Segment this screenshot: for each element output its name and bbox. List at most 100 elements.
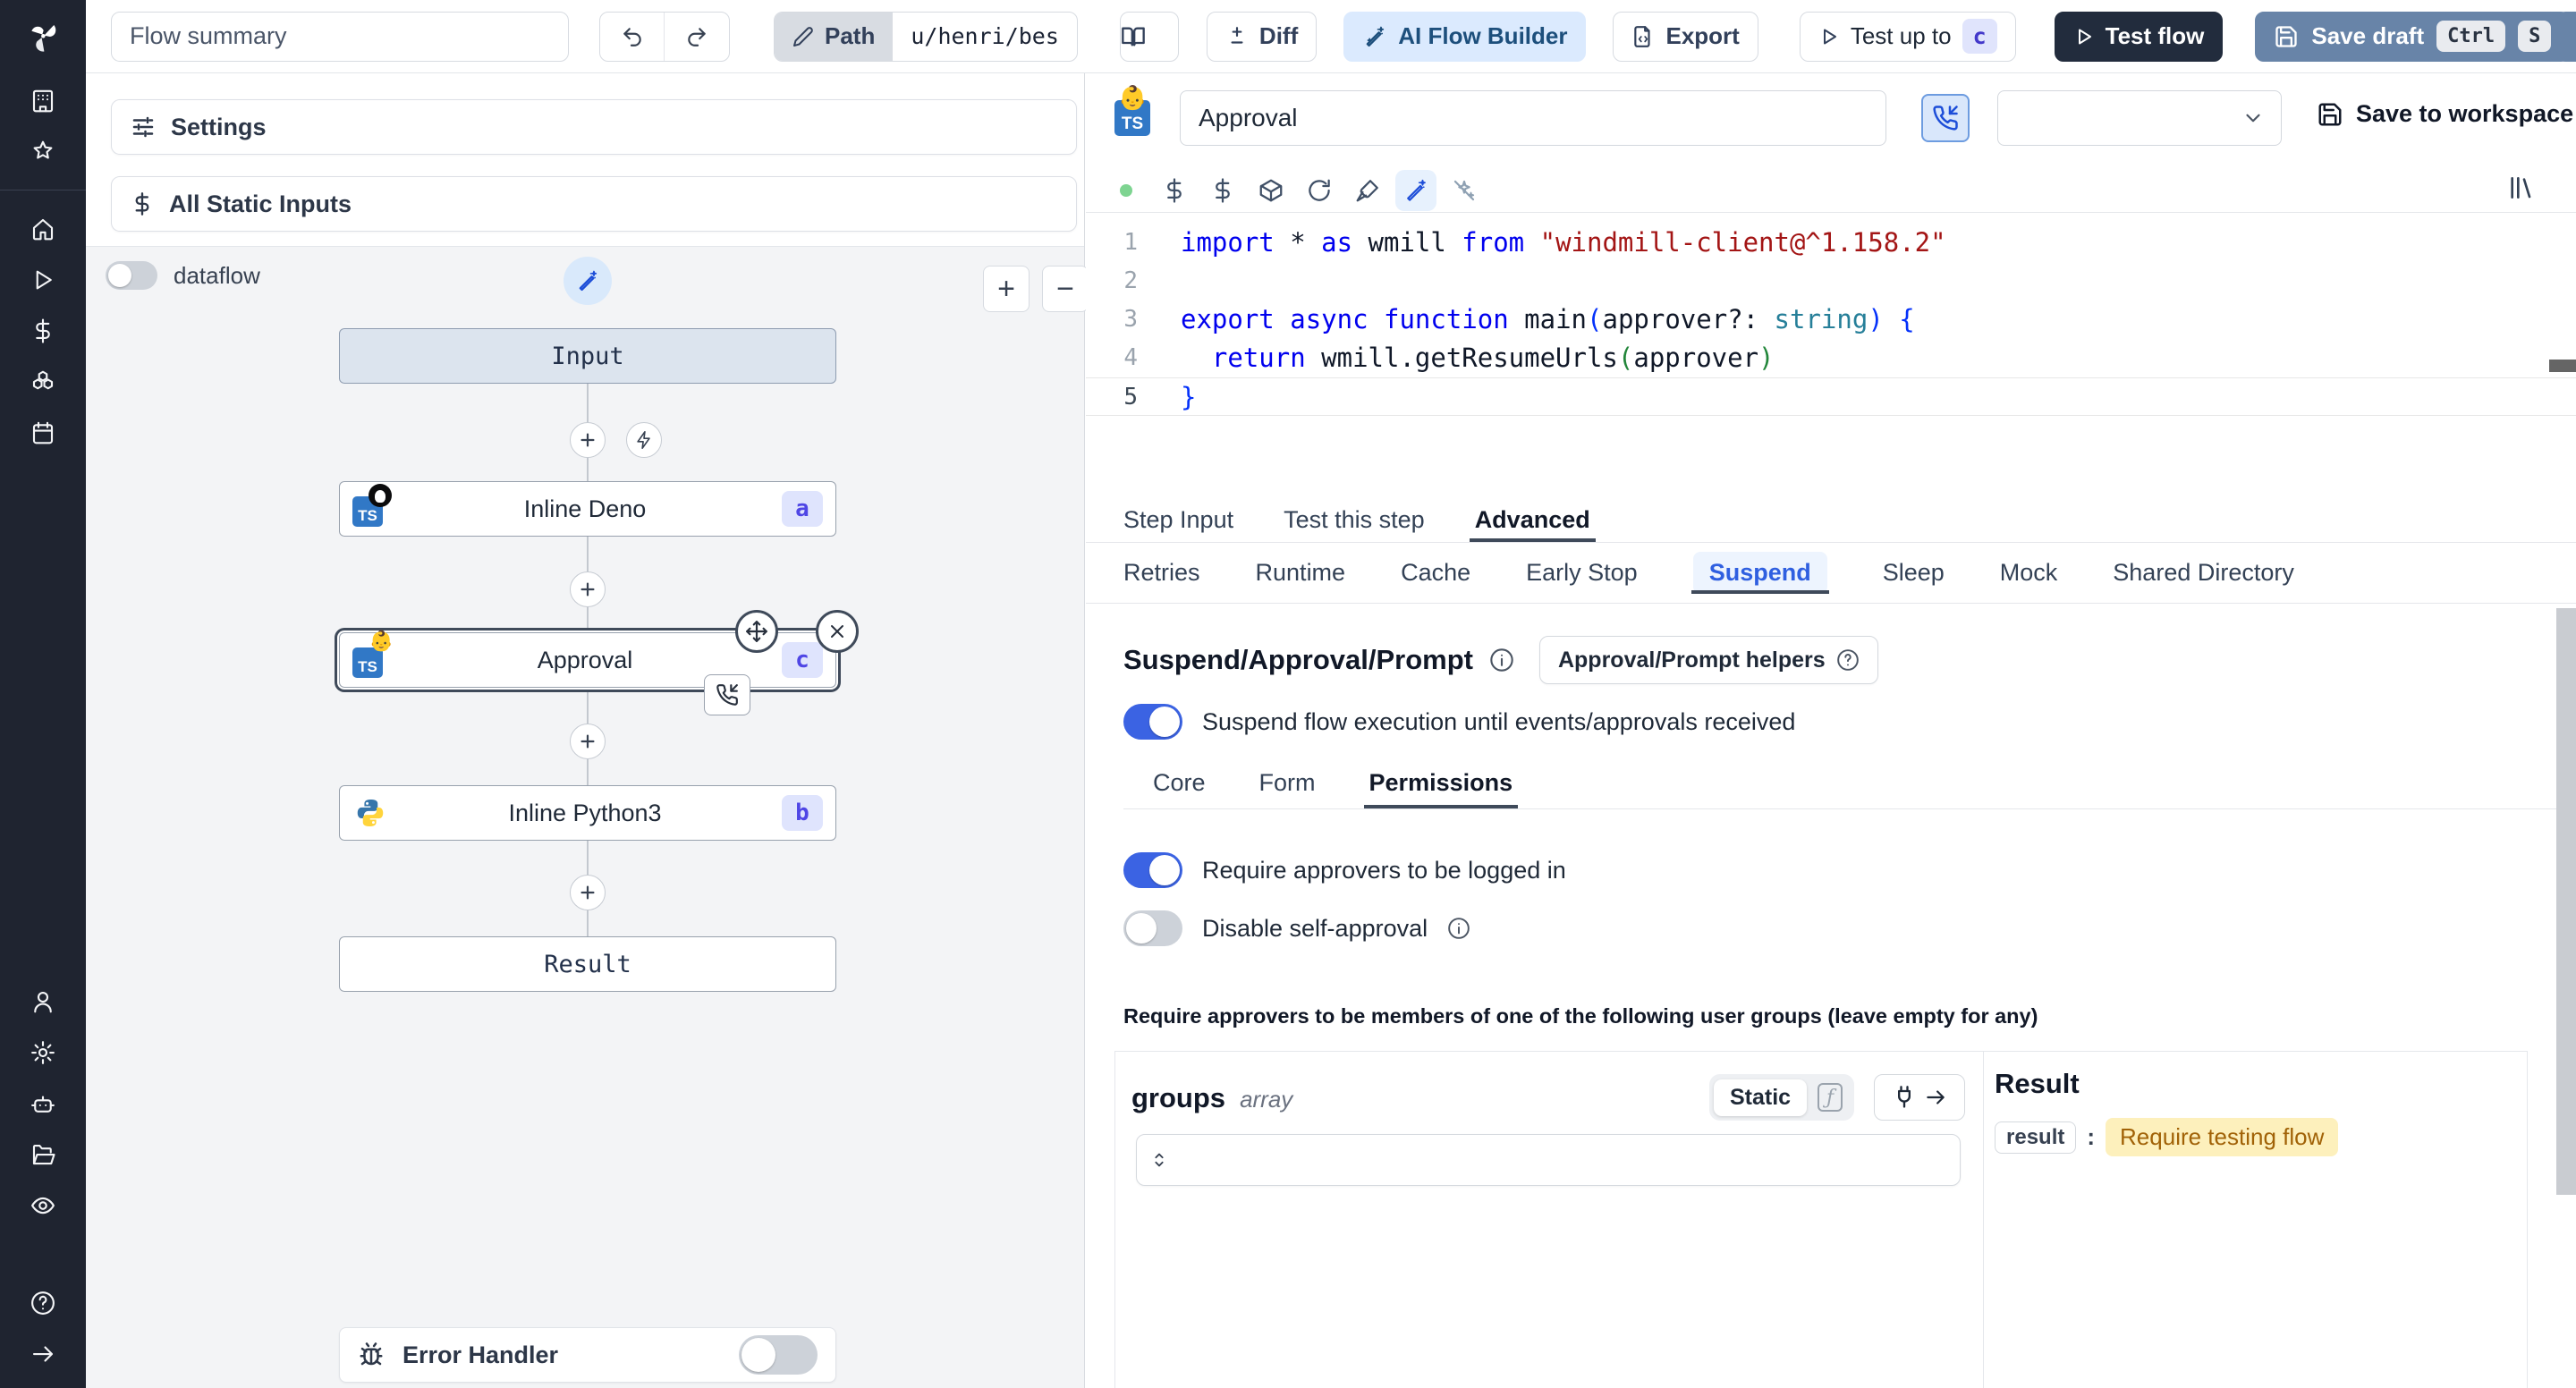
script-version-select[interactable]	[1997, 90, 2282, 146]
ai-step-wand-button[interactable]	[564, 257, 612, 305]
code-line-4[interactable]: 4 return wmill.getResumeUrls(approver)	[1086, 339, 2576, 377]
static-mode-button[interactable]: Static	[1714, 1079, 1808, 1116]
editor-toolbar-package-icon[interactable]	[1250, 170, 1292, 211]
sidebar-gear-icon[interactable]	[0, 1027, 86, 1078]
editor-toolbar-wand-icon[interactable]	[1395, 170, 1436, 211]
editor-toolbar-paintbrush-icon[interactable]	[1347, 170, 1388, 211]
flow-canvas[interactable]: dataflow + − Input TS Inline Deno a TS 👶 …	[86, 247, 1089, 1388]
sidebar-boxes-icon[interactable]	[0, 356, 86, 407]
panel-scrollbar-thumb[interactable]	[2556, 608, 2576, 1195]
editor-toolbar-sparkles-off-icon[interactable]	[1444, 170, 1485, 211]
connect-input-button[interactable]	[1874, 1074, 1965, 1121]
flow-panel-header: Settings All Static Inputs	[86, 73, 1084, 247]
tab-advanced[interactable]: Advanced	[1469, 498, 1596, 542]
add-step-button[interactable]	[570, 422, 606, 458]
add-trigger-button[interactable]	[626, 422, 662, 458]
advanced-tab-sleep[interactable]: Sleep	[1883, 559, 1945, 587]
test-up-to-button[interactable]: Test up to c	[1799, 11, 2016, 62]
info-icon[interactable]	[1489, 647, 1514, 673]
sidebar-play-icon[interactable]	[0, 254, 86, 305]
advanced-tab-mock[interactable]: Mock	[2000, 559, 2058, 587]
graph-node-input[interactable]: Input	[339, 328, 836, 384]
test-flow-button[interactable]: Test flow	[2054, 11, 2224, 62]
code-line-5[interactable]: 5}	[1086, 377, 2576, 416]
advanced-tab-suspend[interactable]: Suspend	[1690, 552, 1829, 594]
sidebar-dollar-icon[interactable]	[0, 305, 86, 356]
graph-node-inline-deno[interactable]: TS Inline Deno a	[339, 481, 836, 537]
sidebar-calendar-icon[interactable]	[0, 407, 86, 458]
advanced-tab-shared-directory[interactable]: Shared Directory	[2113, 559, 2294, 587]
suspend-indicator-button[interactable]	[1921, 94, 1970, 142]
diff-button[interactable]: Diff	[1206, 11, 1318, 62]
ai-flow-builder-button[interactable]: AI Flow Builder	[1343, 11, 1587, 62]
suspend-tab-core[interactable]: Core	[1153, 757, 1206, 808]
graph-node-inline-python3[interactable]: Inline Python3 b	[339, 785, 836, 841]
sidebar-user-icon[interactable]	[0, 976, 86, 1027]
advanced-tab-early-stop[interactable]: Early Stop	[1526, 559, 1638, 587]
tab-step-input[interactable]: Step Input	[1123, 498, 1233, 542]
sidebar-folder-icon[interactable]	[0, 1129, 86, 1180]
editor-toolbar-dollar-icon[interactable]	[1154, 170, 1195, 211]
sidebar-building-icon[interactable]	[0, 75, 86, 126]
zoom-out-button[interactable]: −	[1042, 266, 1089, 312]
advanced-tab-retries[interactable]: Retries	[1123, 559, 1200, 587]
sidebar-star-icon[interactable]	[0, 126, 86, 177]
save-to-workspace-button[interactable]: Save to workspace	[2317, 100, 2573, 128]
move-step-button[interactable]	[735, 610, 778, 653]
zoom-in-button[interactable]: +	[983, 266, 1030, 312]
graph-node-approval-selected[interactable]: TS 👶 Approval c	[339, 610, 859, 715]
editor-toolbar-dollar-icon[interactable]	[1202, 170, 1243, 211]
step-title-input[interactable]: Approval	[1180, 90, 1886, 146]
approval-prompt-helpers-button[interactable]: Approval/Prompt helpers	[1538, 636, 1878, 684]
plus-icon	[580, 582, 595, 597]
groups-array-input[interactable]	[1136, 1134, 1961, 1186]
error-handler-toggle[interactable]	[739, 1335, 818, 1375]
info-icon[interactable]	[1447, 917, 1470, 940]
redo-button[interactable]	[665, 13, 729, 61]
suspend-tab-form[interactable]: Form	[1259, 757, 1316, 808]
code-line-1[interactable]: 1 import * as wmill from "windmill-client…	[1086, 224, 2576, 262]
close-icon	[831, 625, 843, 638]
add-step-button[interactable]	[570, 724, 606, 759]
flow-summary-input[interactable]: Flow summary	[111, 11, 569, 62]
disable-self-approval-toggle[interactable]	[1123, 910, 1182, 946]
advanced-tab-cache[interactable]: Cache	[1401, 559, 1470, 587]
suspend-tab-permissions[interactable]: Permissions	[1363, 757, 1518, 808]
add-step-button[interactable]	[570, 875, 606, 910]
code-line-3[interactable]: 3 export async function main(approver?: s…	[1086, 300, 2576, 339]
sidebar-eye-icon[interactable]	[0, 1180, 86, 1231]
dataflow-toggle[interactable]	[106, 261, 157, 290]
graph-node-result[interactable]: Result	[339, 936, 836, 992]
result-key-chip[interactable]: result	[1995, 1121, 2077, 1154]
docs-button[interactable]	[1119, 11, 1179, 62]
add-step-button[interactable]	[570, 571, 606, 607]
path-value[interactable]: u/henri/bes	[893, 13, 1077, 61]
suspend-toggle[interactable]	[1123, 704, 1182, 740]
export-button[interactable]: Export	[1613, 11, 1758, 62]
flow-settings-button[interactable]: Settings	[111, 99, 1077, 155]
require-logged-in-toggle[interactable]	[1123, 852, 1182, 888]
undo-button[interactable]	[600, 12, 665, 61]
expression-mode-button[interactable]: ƒ	[1810, 1079, 1850, 1116]
wand-icon	[579, 270, 597, 292]
all-static-inputs-button[interactable]: All Static Inputs	[111, 176, 1077, 232]
sidebar-arrow-right-icon[interactable]	[0, 1328, 86, 1379]
library-icon[interactable]	[2506, 174, 2535, 202]
path-button[interactable]: Path	[775, 12, 894, 61]
plus-icon	[580, 734, 595, 749]
editor-toolbar-status-dot-icon[interactable]	[1106, 170, 1147, 211]
advanced-tab-runtime[interactable]: Runtime	[1256, 559, 1346, 587]
sidebar-help-icon[interactable]	[0, 1277, 86, 1328]
code-line-2[interactable]: 2	[1086, 262, 2576, 300]
groups-note: Require approvers to be members of one o…	[1123, 1004, 2038, 1028]
save-draft-button[interactable]: Save draft Ctrl S	[2255, 11, 2571, 62]
sidebar-bot-icon[interactable]	[0, 1078, 86, 1129]
tab-test-this-step[interactable]: Test this step	[1284, 498, 1425, 542]
delete-step-button[interactable]	[816, 610, 859, 653]
sidebar-home-icon[interactable]	[0, 203, 86, 254]
code-scrollbar-thumb[interactable]	[2549, 360, 2576, 372]
windmill-logo-icon[interactable]	[19, 13, 67, 61]
code-editor[interactable]: 1 import * as wmill from "windmill-client…	[1086, 213, 2576, 493]
editor-toolbar-rotate-icon[interactable]	[1299, 170, 1340, 211]
deploy-button-partial[interactable]	[2556, 12, 2576, 62]
